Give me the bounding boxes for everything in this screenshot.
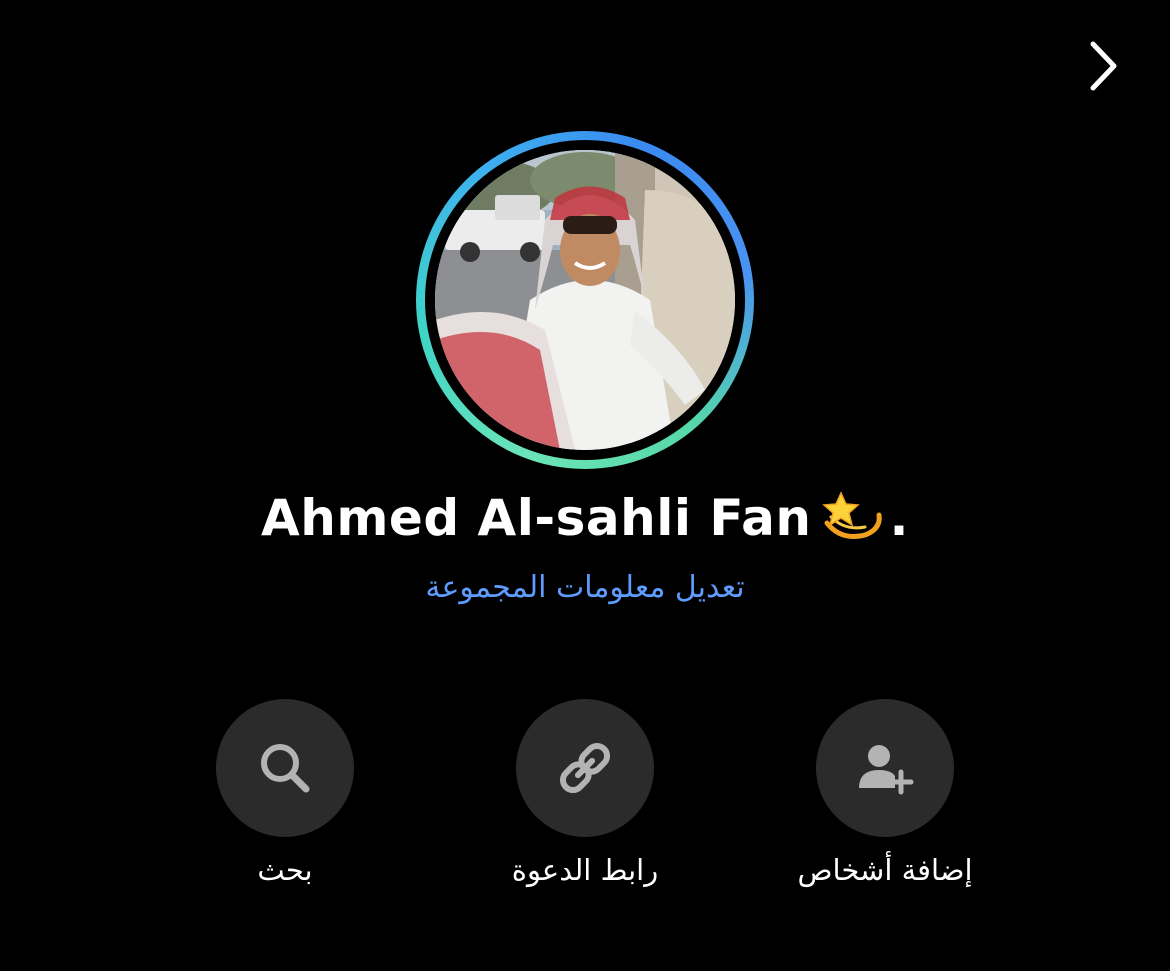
search-button[interactable] xyxy=(216,699,354,837)
link-icon xyxy=(559,742,611,794)
add-people-action[interactable]: إضافة أشخاص xyxy=(745,699,1025,887)
avatar-photo xyxy=(435,150,735,450)
profile-photo-illustration xyxy=(435,150,735,450)
chevron-right-icon xyxy=(1090,41,1117,91)
add-people-label: إضافة أشخاص xyxy=(797,853,973,887)
edit-group-info-link[interactable]: تعديل معلومات المجموعة xyxy=(0,570,1170,605)
group-name-text: Ahmed Al-sahli Fan xyxy=(261,489,812,547)
search-label: بحث xyxy=(257,853,313,887)
invite-link-button[interactable] xyxy=(516,699,654,837)
invite-link-action[interactable]: رابط الدعوة xyxy=(445,699,725,887)
group-name-suffix: . xyxy=(889,489,909,547)
group-avatar[interactable] xyxy=(416,131,754,469)
search-icon xyxy=(261,744,310,793)
add-people-button[interactable] xyxy=(816,699,954,837)
dizzy-star-emoji xyxy=(821,489,885,541)
invite-link-label: رابط الدعوة xyxy=(511,853,659,887)
add-person-icon xyxy=(859,745,914,795)
avatar-gap xyxy=(425,140,745,460)
back-button[interactable] xyxy=(1076,36,1136,96)
search-action[interactable]: بحث xyxy=(145,699,425,887)
group-name: Ahmed Al-sahli Fan . xyxy=(0,478,1170,558)
